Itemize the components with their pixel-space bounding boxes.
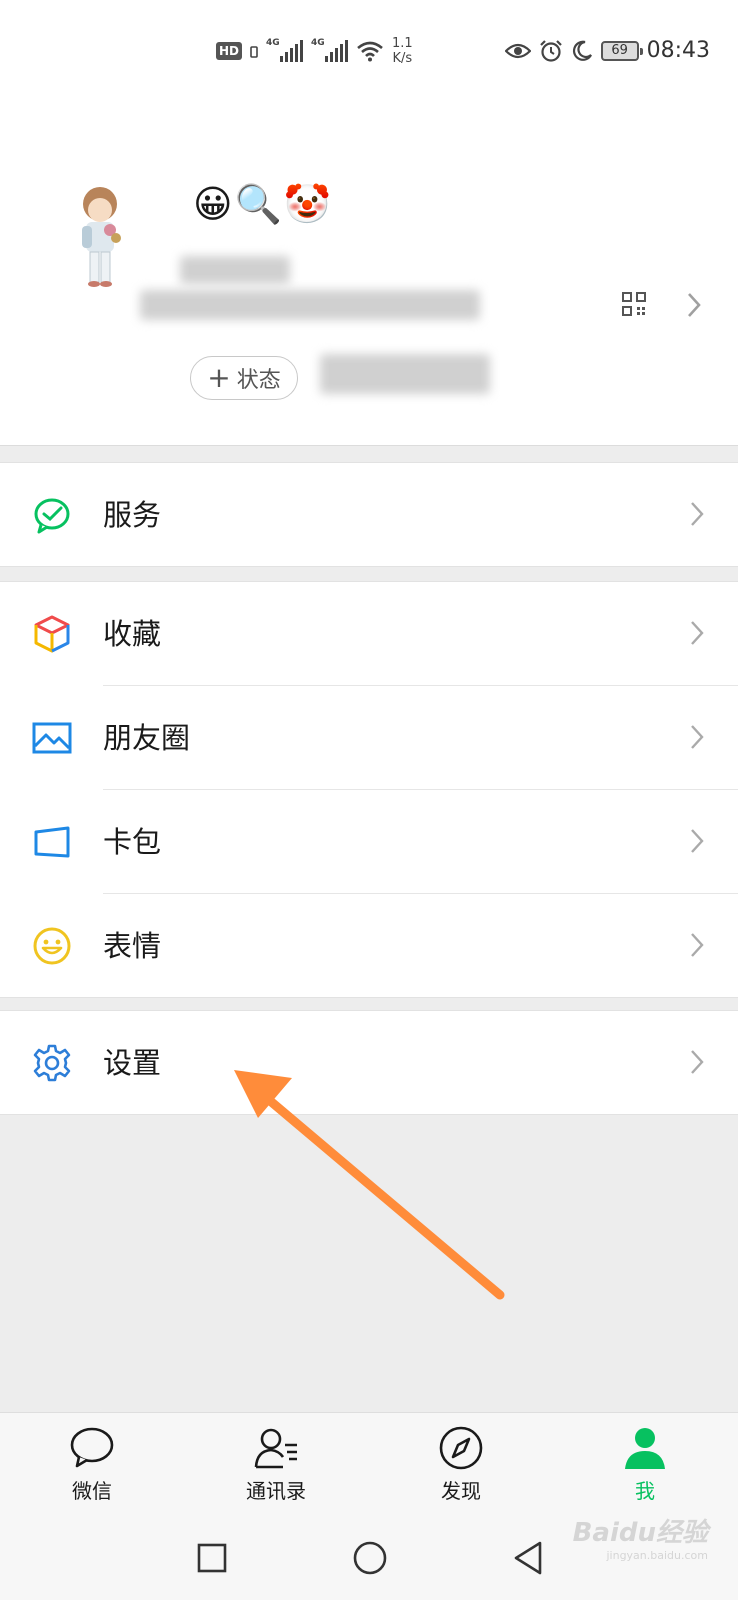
chevron-right-icon [691, 933, 704, 957]
baidu-watermark: Baidu经验 jingyan.baidu.com [572, 1518, 708, 1562]
tab-me-label: 我 [635, 1479, 655, 1503]
chevron-right-icon [691, 725, 704, 749]
wifi-icon [357, 41, 383, 62]
tab-me[interactable]: 我 [590, 1425, 700, 1504]
status-button-label: 状态 [236, 368, 281, 393]
menu-item-favorites[interactable]: 收藏 [0, 582, 738, 685]
chevron-right-icon [691, 1050, 704, 1074]
avatar[interactable] [70, 182, 128, 290]
recent-apps-button[interactable] [196, 1542, 228, 1574]
menu-item-moments[interactable]: 朋友圈 [0, 686, 738, 789]
menu-group-settings: 设置 [0, 1010, 738, 1115]
chevron-right-icon [691, 829, 704, 853]
menu-item-cards-label: 卡包 [103, 825, 162, 859]
favorites-cube-icon [34, 615, 70, 653]
network-speed: 1.1 K/s [392, 36, 413, 66]
menu-item-services[interactable]: 服务 [0, 463, 738, 566]
menu-item-services-label: 服务 [103, 498, 162, 532]
blurred-nickname [180, 256, 290, 284]
menu-item-stickers[interactable]: 表情 [0, 894, 738, 997]
profile-chevron-right-icon[interactable] [686, 291, 702, 319]
eye-icon [504, 43, 531, 58]
chat-bubble-icon [70, 1427, 114, 1468]
alarm-icon [539, 39, 562, 62]
menu-item-cards[interactable]: 卡包 [0, 790, 738, 893]
back-button[interactable] [512, 1540, 544, 1576]
plus-icon: + [207, 361, 231, 394]
status-bar-right: 69 08:43 [504, 38, 710, 63]
menu-item-settings[interactable]: 设置 [0, 1011, 738, 1114]
home-button[interactable] [352, 1540, 388, 1576]
hd-badge: HD [216, 42, 243, 60]
menu-item-moments-label: 朋友圈 [103, 721, 191, 755]
add-status-button[interactable]: + 状态 [190, 356, 298, 400]
tab-chats[interactable]: 微信 [37, 1425, 147, 1504]
menu-item-favorites-label: 收藏 [103, 617, 162, 651]
menu-group-main: 收藏 朋友圈 卡包 表情 [0, 581, 738, 998]
gear-icon [33, 1044, 71, 1082]
card-icon [34, 826, 70, 858]
status-bar-left: HD 4G 4G 1.1 K/s [216, 36, 413, 66]
sim-card-icon [250, 46, 258, 58]
blurred-wechat-id [140, 290, 480, 320]
menu-group-services: 服务 [0, 462, 738, 567]
battery-indicator: 69 [600, 40, 643, 61]
menu-item-stickers-label: 表情 [103, 929, 162, 963]
qr-code-icon[interactable] [622, 292, 646, 316]
tab-contacts[interactable]: 通讯录 [221, 1425, 331, 1504]
chevron-right-icon [691, 621, 704, 645]
compass-icon [439, 1426, 483, 1470]
menu-item-settings-label: 设置 [103, 1046, 162, 1080]
services-icon [34, 498, 70, 534]
profile-header[interactable]: 😀🔍🤡 + 状态 [0, 106, 738, 446]
tab-chats-label: 微信 [72, 1479, 112, 1503]
tab-contacts-label: 通讯录 [246, 1479, 306, 1503]
bottom-tab-bar: 微信 通讯录 发现 我 [0, 1412, 738, 1520]
person-icon [625, 1428, 665, 1469]
moon-icon [572, 40, 592, 61]
tab-discover[interactable]: 发现 [406, 1425, 516, 1504]
chevron-right-icon [691, 502, 704, 526]
signal-strength-icon: 4G [266, 38, 304, 62]
signal-strength-2-icon: 4G [311, 38, 349, 62]
moments-image-icon [32, 722, 72, 754]
contacts-icon [254, 1428, 297, 1469]
tab-discover-label: 发现 [441, 1479, 481, 1503]
profile-emoji-nickname: 😀🔍🤡 [193, 182, 334, 226]
blurred-status-chip [320, 354, 490, 394]
sticker-smile-icon [33, 927, 71, 965]
status-bar: HD 4G 4G 1.1 K/s 69 08:43 [0, 0, 738, 106]
clock: 08:43 [646, 38, 710, 63]
